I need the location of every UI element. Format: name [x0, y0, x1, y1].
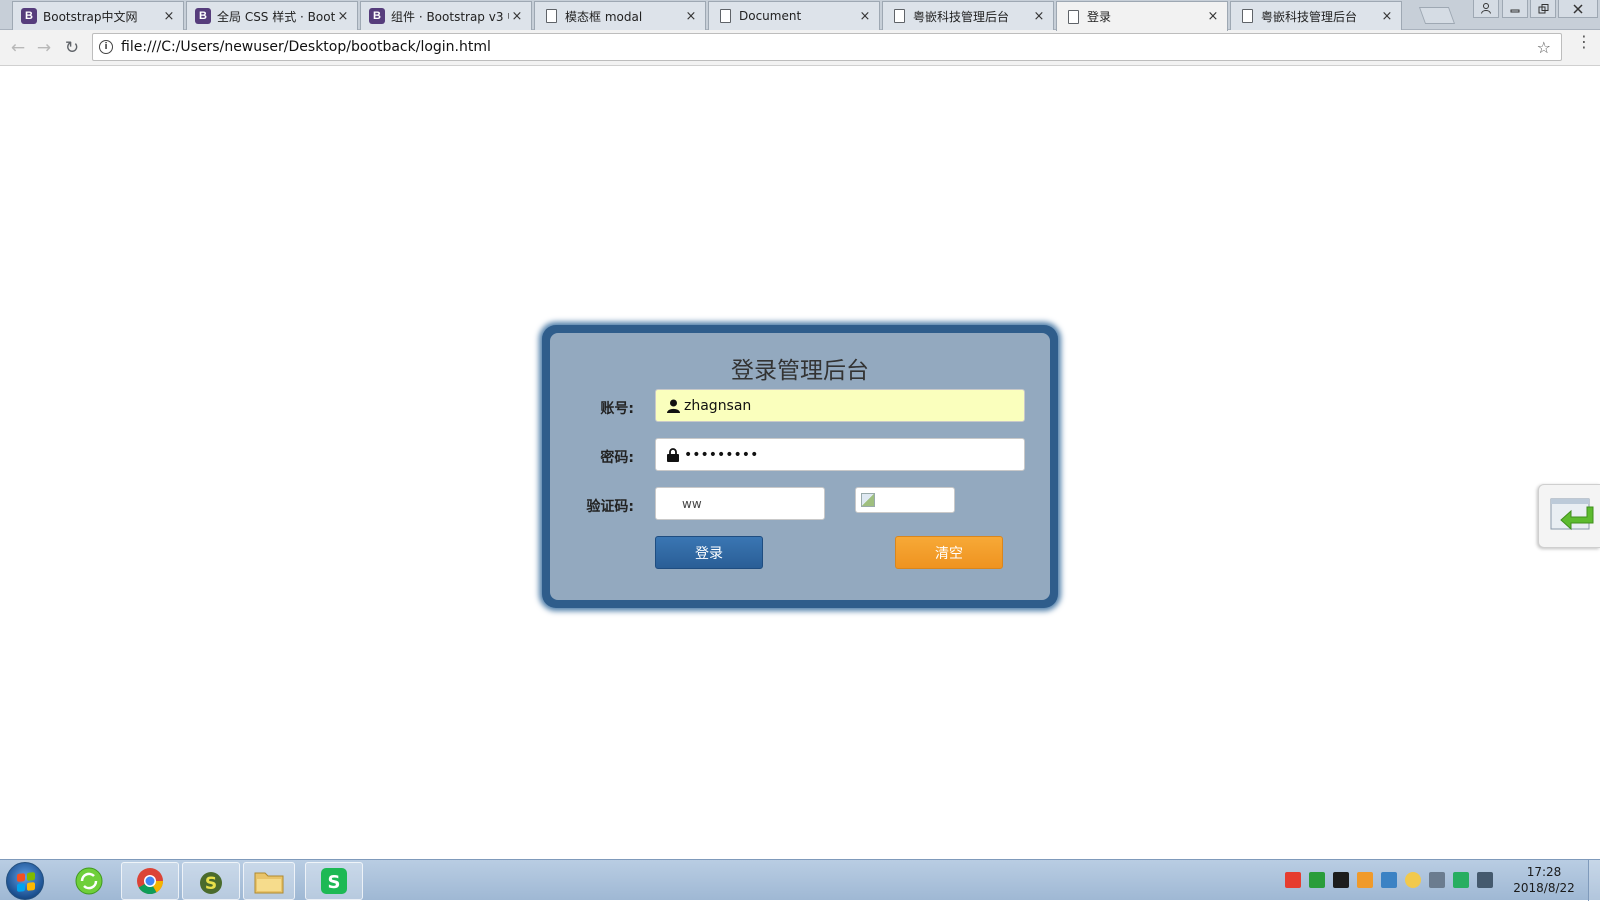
floating-return-widget[interactable]	[1538, 484, 1600, 548]
explorer-folder-icon[interactable]	[243, 862, 295, 900]
speaker-icon[interactable]	[1453, 872, 1469, 888]
forward-button[interactable]: →	[32, 36, 56, 60]
menu-icon[interactable]: ⋮	[1576, 34, 1592, 50]
ie-refresh-icon[interactable]	[60, 862, 118, 900]
wechat-icon[interactable]	[1309, 872, 1325, 888]
bookmark-star-icon[interactable]: ☆	[1537, 38, 1551, 57]
browser-tabstrip: B Bootstrap中文网 × B 全局 CSS 样式 · Boot × B …	[0, 0, 1600, 31]
tab-title: Bootstrap中文网	[43, 9, 138, 24]
reload-button[interactable]: ↻	[60, 36, 84, 60]
password-value: •••••••••	[684, 446, 759, 463]
tab-title: 粤嵌科技管理后台	[1261, 9, 1358, 24]
close-icon[interactable]: ×	[1031, 9, 1047, 24]
tab-title: 组件 · Bootstrap v3 中	[391, 9, 509, 24]
captcha-image[interactable]	[855, 487, 955, 513]
weather-icon[interactable]	[1405, 872, 1421, 888]
close-icon[interactable]: ×	[683, 9, 699, 24]
document-icon	[1239, 8, 1255, 24]
volume-icon[interactable]	[1429, 872, 1445, 888]
sogou-ime-icon[interactable]	[1285, 872, 1301, 888]
tab-document[interactable]: Document ×	[708, 1, 880, 30]
captcha-input[interactable]: ww	[655, 487, 825, 520]
address-bar[interactable]: i file:///C:/Users/newuser/Desktop/bootb…	[92, 33, 1562, 61]
vc-icon[interactable]	[1333, 872, 1349, 888]
svg-text:S: S	[328, 872, 341, 893]
tab-title: 模态框 modal	[565, 9, 643, 24]
tab-admin-2[interactable]: 粤嵌科技管理后台 ×	[1230, 1, 1402, 30]
tab-title: 粤嵌科技管理后台	[913, 9, 1010, 24]
bootstrap-icon: B	[369, 8, 385, 24]
close-icon[interactable]: ×	[161, 9, 177, 24]
login-title: 登录管理后台	[731, 358, 869, 384]
windows-logo-icon	[17, 872, 35, 892]
network-icon[interactable]	[1477, 872, 1493, 888]
tab-global-css[interactable]: B 全局 CSS 样式 · Boot ×	[186, 1, 358, 30]
tab-title: Document	[739, 9, 802, 23]
document-icon	[1065, 9, 1081, 25]
restore-button[interactable]	[1530, 0, 1556, 18]
username-label: 账号:	[600, 401, 634, 417]
clock-time: 17:28	[1526, 865, 1562, 879]
system-tray	[1285, 870, 1501, 890]
chrome-icon[interactable]	[121, 862, 179, 900]
close-icon[interactable]: ×	[335, 9, 351, 24]
bootstrap-icon: B	[195, 8, 211, 24]
broken-image-icon	[861, 493, 875, 507]
tab-components[interactable]: B 组件 · Bootstrap v3 中 ×	[360, 1, 532, 30]
close-icon[interactable]: ×	[1379, 9, 1395, 24]
tab-title: 登录	[1087, 10, 1112, 24]
new-tab-button[interactable]	[1418, 7, 1456, 24]
info-icon[interactable]: i	[99, 40, 113, 54]
wps-s-icon[interactable]: S	[305, 862, 363, 900]
login-panel-frame: 登录管理后台 账号: zhagnsan 密码: ••••••••• 验证码: w…	[542, 325, 1058, 608]
bootstrap-icon: B	[21, 8, 37, 24]
login-button[interactable]: 登录	[655, 536, 763, 569]
keyboard-icon[interactable]	[1381, 872, 1397, 888]
close-icon[interactable]: ×	[857, 9, 873, 24]
captcha-value: ww	[682, 496, 702, 511]
sublime-s-icon[interactable]: S	[182, 862, 240, 900]
url-text[interactable]: file:///C:/Users/newuser/Desktop/bootbac…	[121, 39, 1537, 55]
password-label: 密码:	[600, 450, 634, 466]
svg-text:S: S	[205, 874, 217, 894]
show-desktop-button[interactable]	[1588, 860, 1600, 901]
profile-icon[interactable]	[1473, 0, 1499, 18]
captcha-label: 验证码:	[586, 499, 634, 515]
tab-title: 全局 CSS 样式 · Boot	[217, 9, 335, 24]
start-button[interactable]	[6, 862, 44, 900]
clock-date: 2018/8/22	[1513, 881, 1575, 895]
return-arrow-icon	[1550, 498, 1594, 531]
tab-login[interactable]: 登录 ×	[1056, 1, 1228, 31]
close-icon[interactable]: ×	[1205, 9, 1221, 24]
taskbar-clock[interactable]: 17:28 2018/8/22	[1508, 864, 1580, 896]
clear-button[interactable]: 清空	[895, 536, 1003, 569]
tab-modal[interactable]: 模态框 modal ×	[534, 1, 706, 30]
app-orange-icon[interactable]	[1357, 872, 1373, 888]
document-icon	[717, 8, 733, 24]
page-viewport: 登录管理后台 账号: zhagnsan 密码: ••••••••• 验证码: w…	[0, 67, 1600, 859]
windows-taskbar: S S 17:28 2018/8/22	[0, 859, 1600, 901]
back-button[interactable]: ←	[6, 36, 30, 60]
browser-toolbar: ← → ↻ i file:///C:/Users/newuser/Desktop…	[0, 30, 1600, 66]
user-icon	[666, 399, 680, 413]
tab-bootstrap-cn[interactable]: B Bootstrap中文网 ×	[12, 1, 184, 30]
close-icon[interactable]: ×	[509, 9, 525, 24]
username-value: zhagnsan	[684, 397, 752, 414]
lock-icon	[666, 447, 680, 462]
login-panel: 登录管理后台 账号: zhagnsan 密码: ••••••••• 验证码: w…	[550, 333, 1050, 600]
username-field[interactable]: zhagnsan	[655, 389, 1025, 422]
document-icon	[891, 8, 907, 24]
document-icon	[543, 8, 559, 24]
close-window-button[interactable]	[1558, 0, 1598, 18]
password-field[interactable]: •••••••••	[655, 438, 1025, 471]
minimize-button[interactable]	[1502, 0, 1528, 18]
tab-admin-1[interactable]: 粤嵌科技管理后台 ×	[882, 1, 1054, 30]
